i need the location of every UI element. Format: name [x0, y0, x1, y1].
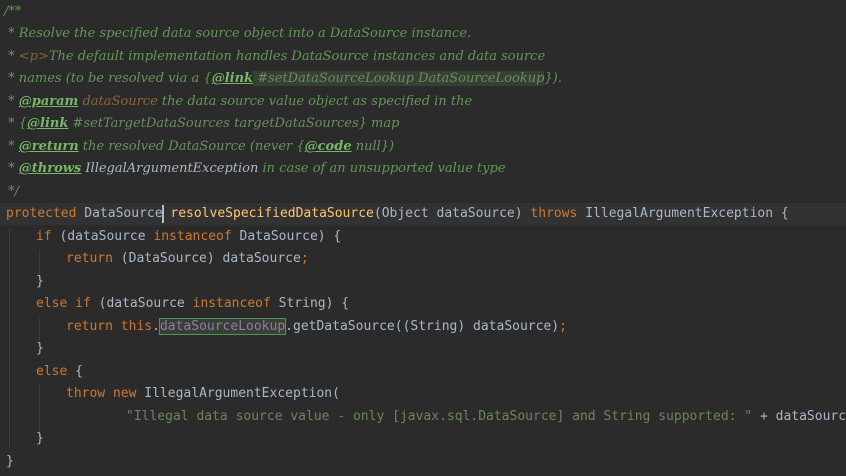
- javadoc-star: *: [4, 161, 19, 176]
- code-line[interactable]: else {: [36, 361, 83, 383]
- exception-constructor: IllegalArgumentException(: [136, 386, 340, 401]
- code-text: + dataSource): [759, 409, 846, 424]
- code-text: {: [67, 364, 83, 379]
- code-line[interactable]: }: [6, 451, 14, 473]
- code-line[interactable]: return this.dataSourceLookup.getDataSour…: [66, 316, 567, 338]
- indent-guide: [9, 228, 10, 448]
- code-text: .: [152, 319, 160, 334]
- keyword-else: else: [36, 296, 68, 311]
- code-text: (dataSource: [51, 229, 154, 244]
- javadoc-line: * <p>The default implementation handles …: [4, 46, 545, 68]
- code-line[interactable]: }: [36, 428, 44, 450]
- code-line[interactable]: return (DataSource) dataSource;: [66, 248, 309, 270]
- keyword-instanceof: instanceof: [192, 296, 271, 311]
- keyword-if: if: [36, 229, 52, 244]
- method-name[interactable]: resolveSpecifiedDataSource: [170, 206, 374, 221]
- javadoc-open: /**: [4, 4, 22, 19]
- javadoc-throws-tag: @throws: [18, 161, 82, 176]
- javadoc-text: the resolved DataSource (never {: [78, 139, 305, 154]
- javadoc-link-tag: @link: [27, 116, 69, 131]
- javadoc-text: }).: [544, 71, 562, 86]
- javadoc-star: *: [4, 139, 19, 154]
- code-line[interactable]: else if (dataSource instanceof String) {: [36, 293, 349, 315]
- javadoc-line: * names (to be resolved via a {@link #se…: [4, 68, 562, 90]
- keyword-this: this: [112, 319, 153, 334]
- code-text: String) {: [270, 296, 350, 311]
- text-caret: [162, 205, 164, 223]
- keyword-new: new: [105, 386, 137, 401]
- keyword-return: return: [66, 319, 113, 334]
- javadoc-text: * names (to be resolved via a {: [4, 71, 212, 86]
- javadoc-close: */: [4, 184, 20, 199]
- code-line[interactable]: if (dataSource instanceof DataSource) {: [36, 226, 341, 248]
- field-reference-highlighted[interactable]: dataSourceLookup: [158, 318, 287, 335]
- keyword-throw: throw: [66, 386, 106, 401]
- return-type: DataSource: [76, 206, 171, 221]
- javadoc-exception-name: IllegalArgumentException: [81, 161, 259, 176]
- javadoc-text: } map: [358, 116, 400, 131]
- method-params: (Object dataSource): [373, 206, 531, 221]
- semicolon: ;: [300, 251, 309, 266]
- keyword-else: else: [36, 364, 68, 379]
- code-text: (dataSource: [90, 296, 193, 311]
- semicolon: ;: [559, 319, 567, 334]
- javadoc-text: null}): [351, 139, 395, 154]
- javadoc-link-tag: @link: [211, 71, 254, 86]
- code-line[interactable]: }: [36, 338, 44, 360]
- code-line[interactable]: throw new IllegalArgumentException(: [66, 383, 340, 405]
- code-line[interactable]: "Illegal data source value - only [javax…: [126, 406, 846, 428]
- keyword-return: return: [66, 251, 113, 266]
- keyword-instanceof: instanceof: [153, 229, 232, 244]
- javadoc-star: *: [4, 94, 19, 109]
- javadoc-star: *: [4, 49, 19, 64]
- code-text: .getDataSource((String) dataSource): [285, 319, 560, 334]
- string-literal: "Illegal data source value - only [javax…: [126, 409, 753, 424]
- keyword-if: if: [75, 296, 91, 311]
- javadoc-code-tag: @code: [304, 139, 352, 154]
- javadoc-line: * @throws IllegalArgumentException in ca…: [4, 158, 506, 180]
- code-text: DataSource) {: [231, 229, 342, 244]
- javadoc-text: The default implementation handles DataS…: [48, 49, 546, 64]
- javadoc-link-ref[interactable]: #setTargetDataSources targetDataSources: [68, 116, 359, 131]
- html-tag: <p>: [18, 49, 49, 64]
- javadoc-param-name: dataSource: [78, 94, 158, 109]
- javadoc-line: * {@link #setTargetDataSources targetDat…: [4, 113, 399, 135]
- javadoc-text: in case of an unsupported value type: [258, 161, 506, 176]
- javadoc-param-tag: @param: [18, 94, 79, 109]
- javadoc-line: * @return the resolved DataSource (never…: [4, 136, 394, 158]
- keyword-protected: protected: [6, 206, 77, 221]
- javadoc-return-tag: @return: [18, 139, 79, 154]
- code-line[interactable]: }: [36, 271, 44, 293]
- keyword-throws: throws: [530, 206, 578, 221]
- javadoc-line: * Resolve the specified data source obje…: [4, 26, 472, 41]
- exception-type: IllegalArgumentException {: [577, 206, 789, 221]
- method-signature-line[interactable]: protected DataSource resolveSpecifiedDat…: [0, 203, 846, 225]
- javadoc-line: * @param dataSource the data source valu…: [4, 91, 472, 113]
- javadoc-text: the data source value object as specifie…: [157, 94, 473, 109]
- code-editor[interactable]: /** * Resolve the specified data source …: [0, 0, 846, 476]
- code-text: (DataSource) dataSource: [112, 251, 301, 266]
- javadoc-text: * {: [4, 116, 28, 131]
- javadoc-link-ref[interactable]: #setDataSourceLookup DataSourceLookup: [253, 71, 545, 86]
